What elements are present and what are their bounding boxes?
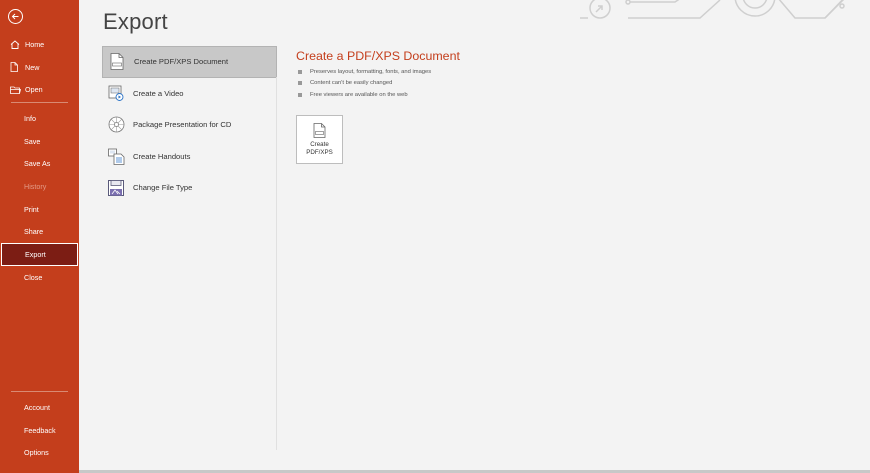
home-icon bbox=[10, 40, 22, 49]
export-options-list: Create PDF/XPS Document Create a Video P… bbox=[102, 46, 277, 204]
page-title: Export bbox=[103, 9, 168, 34]
create-pdf-xps-label: Create PDF/XPS bbox=[306, 141, 332, 157]
bullet-square bbox=[298, 81, 302, 86]
bullet-item: Content can't be easily changed bbox=[298, 78, 431, 90]
sidebar-divider bbox=[11, 102, 68, 103]
export-option-package-cd[interactable]: Package Presentation for CD bbox=[102, 109, 277, 141]
sidebar-item-feedback[interactable]: Feedback bbox=[0, 419, 79, 442]
sidebar-item-history: History bbox=[0, 175, 79, 198]
sidebar-item-home[interactable]: Home bbox=[0, 33, 79, 56]
export-option-label: Package Presentation for CD bbox=[133, 120, 232, 130]
export-option-change-file-type[interactable]: Change File Type bbox=[102, 172, 277, 204]
export-option-label: Create PDF/XPS Document bbox=[134, 57, 229, 67]
sidebar-item-options[interactable]: Options bbox=[0, 441, 79, 464]
bullet-square bbox=[298, 69, 302, 74]
sidebar-item-label: Close bbox=[24, 272, 43, 282]
sidebar-item-label: Account bbox=[24, 402, 50, 412]
folder-icon bbox=[10, 86, 22, 94]
pane-divider bbox=[276, 77, 277, 450]
pdf-document-icon bbox=[108, 53, 126, 71]
export-option-label: Change File Type bbox=[133, 183, 193, 193]
export-option-create-video[interactable]: Create a Video bbox=[102, 78, 277, 110]
sidebar-item-label: History bbox=[24, 181, 47, 191]
sidebar-item-new[interactable]: New bbox=[0, 56, 79, 79]
bullet-text: Free viewers are available on the web bbox=[310, 91, 408, 98]
pdf-xps-icon bbox=[313, 123, 326, 138]
detail-title: Create a PDF/XPS Document bbox=[296, 49, 460, 63]
label-line-1: Create bbox=[310, 141, 329, 148]
sidebar-top-nav: Home New Open bbox=[0, 33, 79, 101]
cd-icon bbox=[107, 116, 125, 134]
sidebar-item-label: Export bbox=[25, 249, 46, 259]
export-option-label: Create a Video bbox=[133, 88, 184, 98]
bullet-text: Content can't be easily changed bbox=[310, 80, 393, 87]
sidebar-item-open[interactable]: Open bbox=[0, 78, 79, 101]
sidebar-item-label: Share bbox=[24, 227, 44, 237]
detail-bullets: Preserves layout, formatting, fonts, and… bbox=[298, 66, 431, 101]
sidebar-item-label: Print bbox=[24, 204, 39, 214]
bullet-item: Preserves layout, formatting, fonts, and… bbox=[298, 66, 431, 78]
create-pdf-xps-button[interactable]: Create PDF/XPS bbox=[296, 115, 343, 164]
export-option-create-pdf-xps[interactable]: Create PDF/XPS Document bbox=[102, 46, 277, 78]
backstage-sidebar: Home New Open Info Save Save As History … bbox=[0, 0, 79, 473]
sidebar-divider bbox=[11, 391, 68, 392]
export-option-label: Create Handouts bbox=[133, 151, 191, 161]
sidebar-bottom-nav: Account Feedback Options bbox=[0, 396, 79, 464]
sidebar-item-save-as[interactable]: Save As bbox=[0, 152, 79, 175]
sidebar-item-export[interactable]: Export bbox=[1, 243, 78, 266]
back-arrow-icon[interactable] bbox=[8, 9, 23, 24]
sidebar-item-label: Save As bbox=[24, 159, 51, 169]
sidebar-item-label: Info bbox=[24, 113, 36, 123]
sidebar-item-share[interactable]: Share bbox=[0, 220, 79, 243]
sidebar-item-label: Home bbox=[25, 39, 45, 49]
save-file-icon bbox=[107, 179, 125, 197]
bullet-item: Free viewers are available on the web bbox=[298, 89, 431, 101]
sidebar-item-label: Open bbox=[25, 85, 43, 95]
sidebar-item-close[interactable]: Close bbox=[0, 266, 79, 289]
bullet-square bbox=[298, 92, 302, 97]
new-document-icon bbox=[10, 62, 22, 72]
sidebar-item-account[interactable]: Account bbox=[0, 396, 79, 419]
sidebar-item-label: Options bbox=[24, 448, 49, 458]
video-icon bbox=[107, 84, 125, 102]
sidebar-item-label: Save bbox=[24, 136, 41, 146]
sidebar-item-label: New bbox=[25, 62, 40, 72]
bullet-text: Preserves layout, formatting, fonts, and… bbox=[310, 68, 432, 75]
export-option-create-handouts[interactable]: Create Handouts bbox=[102, 141, 277, 173]
sidebar-item-save[interactable]: Save bbox=[0, 130, 79, 153]
sidebar-item-label: Feedback bbox=[24, 425, 56, 435]
sidebar-item-info[interactable]: Info bbox=[0, 107, 79, 130]
handouts-icon bbox=[107, 147, 125, 165]
circuit-decoration bbox=[580, 0, 845, 19]
sidebar-middle-nav: Info Save Save As History Print Share Ex… bbox=[0, 107, 79, 289]
sidebar-item-print[interactable]: Print bbox=[0, 198, 79, 221]
label-line-2: PDF/XPS bbox=[306, 149, 333, 156]
